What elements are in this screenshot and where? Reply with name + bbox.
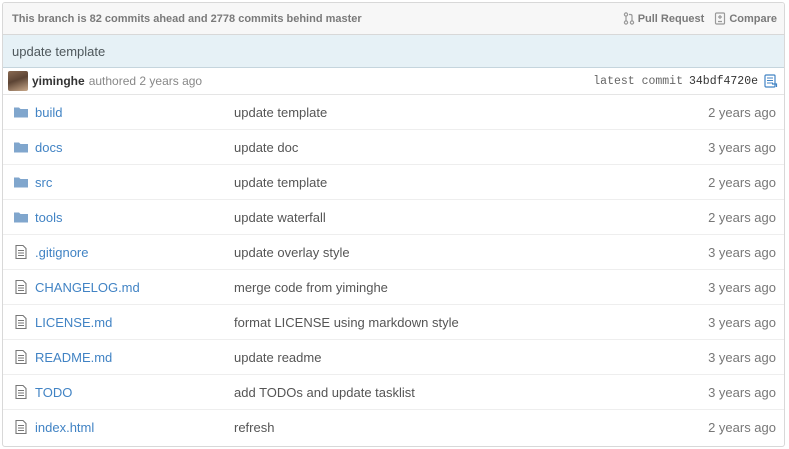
- file-age: 3 years ago: [708, 314, 776, 330]
- file-row[interactable]: .gitignore update overlay style 3 years ag…: [3, 235, 784, 270]
- file-commit-message-link[interactable]: update readme: [234, 350, 321, 365]
- file-row[interactable]: tools update waterfall 2 years ago: [3, 200, 784, 235]
- latest-commit-info: latest commit 34bdf4720e: [593, 74, 778, 88]
- file-commit-message-link[interactable]: update overlay style: [234, 245, 350, 260]
- file-row[interactable]: README.md update readme 3 years ago: [3, 340, 784, 375]
- file-row[interactable]: CHANGELOG.md merge code from yiminghe 3 ye…: [3, 270, 784, 305]
- file-name-link[interactable]: build: [35, 105, 62, 120]
- file-row[interactable]: LICENSE.md format LICENSE using markdown …: [3, 305, 784, 340]
- file-icon: [13, 314, 29, 330]
- commit-meta-bar: yiminghe authored 2 years ago latest com…: [3, 68, 784, 95]
- pull-request-button[interactable]: Pull Request: [623, 12, 705, 25]
- file-commit-message-link[interactable]: merge code from yiminghe: [234, 280, 388, 295]
- file-age: 3 years ago: [708, 279, 776, 295]
- file-name-link[interactable]: README.md: [35, 350, 112, 365]
- file-age: 2 years ago: [708, 174, 776, 190]
- branch-actions: Pull Request Compare: [623, 12, 777, 25]
- folder-icon: [13, 139, 29, 155]
- file-name-link[interactable]: index.html: [35, 420, 94, 435]
- branch-status-text: This branch is 82 commits ahead and 2778…: [12, 12, 362, 25]
- file-row[interactable]: build update template 2 years ago: [3, 95, 784, 130]
- file-row[interactable]: src update template 2 years ago: [3, 165, 784, 200]
- browse-code-icon[interactable]: [764, 74, 778, 88]
- branch-status-bar: This branch is 82 commits ahead and 2778…: [3, 3, 784, 35]
- folder-icon: [13, 104, 29, 120]
- file-name-link[interactable]: tools: [35, 210, 62, 225]
- file-name-link[interactable]: TODO: [35, 385, 72, 400]
- commit-author-name[interactable]: yiminghe: [32, 74, 85, 88]
- repository-file-browser: This branch is 82 commits ahead and 2778…: [2, 2, 785, 447]
- avatar[interactable]: [8, 71, 28, 91]
- file-commit-message-link[interactable]: add TODOs and update tasklist: [234, 385, 415, 400]
- file-name-link[interactable]: CHANGELOG.md: [35, 280, 140, 295]
- file-icon: [13, 244, 29, 260]
- file-commit-message-link[interactable]: update template: [234, 175, 327, 190]
- file-name-link[interactable]: docs: [35, 140, 62, 155]
- folder-icon: [13, 174, 29, 190]
- file-commit-message-link[interactable]: format LICENSE using markdown style: [234, 315, 459, 330]
- file-age: 2 years ago: [708, 209, 776, 225]
- commit-sha[interactable]: 34bdf4720e: [689, 75, 758, 88]
- latest-commit-message[interactable]: update template: [3, 35, 784, 68]
- file-age: 3 years ago: [708, 244, 776, 260]
- commit-authored-time: authored 2 years ago: [88, 74, 203, 88]
- file-name-link[interactable]: .gitignore: [35, 245, 88, 260]
- file-commit-message-link[interactable]: refresh: [234, 420, 274, 435]
- file-age: 3 years ago: [708, 139, 776, 155]
- latest-commit-label: latest commit: [593, 74, 683, 88]
- file-age: 3 years ago: [708, 349, 776, 365]
- file-row[interactable]: index.html refresh 2 years ago: [3, 410, 784, 444]
- file-name-link[interactable]: LICENSE.md: [35, 315, 112, 330]
- file-name-link[interactable]: src: [35, 175, 52, 190]
- file-row[interactable]: docs update doc 3 years ago: [3, 130, 784, 165]
- file-age: 2 years ago: [708, 419, 776, 435]
- file-age: 3 years ago: [708, 384, 776, 400]
- file-icon: [13, 419, 29, 435]
- pull-request-icon: [623, 12, 634, 25]
- compare-button[interactable]: Compare: [714, 12, 777, 25]
- file-commit-message-link[interactable]: update template: [234, 105, 327, 120]
- file-commit-message-link[interactable]: update doc: [234, 140, 298, 155]
- file-icon: [13, 349, 29, 365]
- file-commit-message-link[interactable]: update waterfall: [234, 210, 326, 225]
- file-age: 2 years ago: [708, 104, 776, 120]
- compare-icon: [715, 12, 726, 25]
- file-icon: [13, 384, 29, 400]
- file-list: build update template 2 years ago docs updat…: [3, 95, 784, 444]
- file-row[interactable]: TODO add TODOs and update tasklist 3 years…: [3, 375, 784, 410]
- commit-message-text: update template: [12, 43, 106, 59]
- pull-request-label: Pull Request: [637, 12, 705, 25]
- file-icon: [13, 279, 29, 295]
- commit-author-info: yiminghe authored 2 years ago: [8, 71, 202, 91]
- folder-icon: [13, 209, 29, 225]
- compare-label: Compare: [729, 12, 777, 25]
